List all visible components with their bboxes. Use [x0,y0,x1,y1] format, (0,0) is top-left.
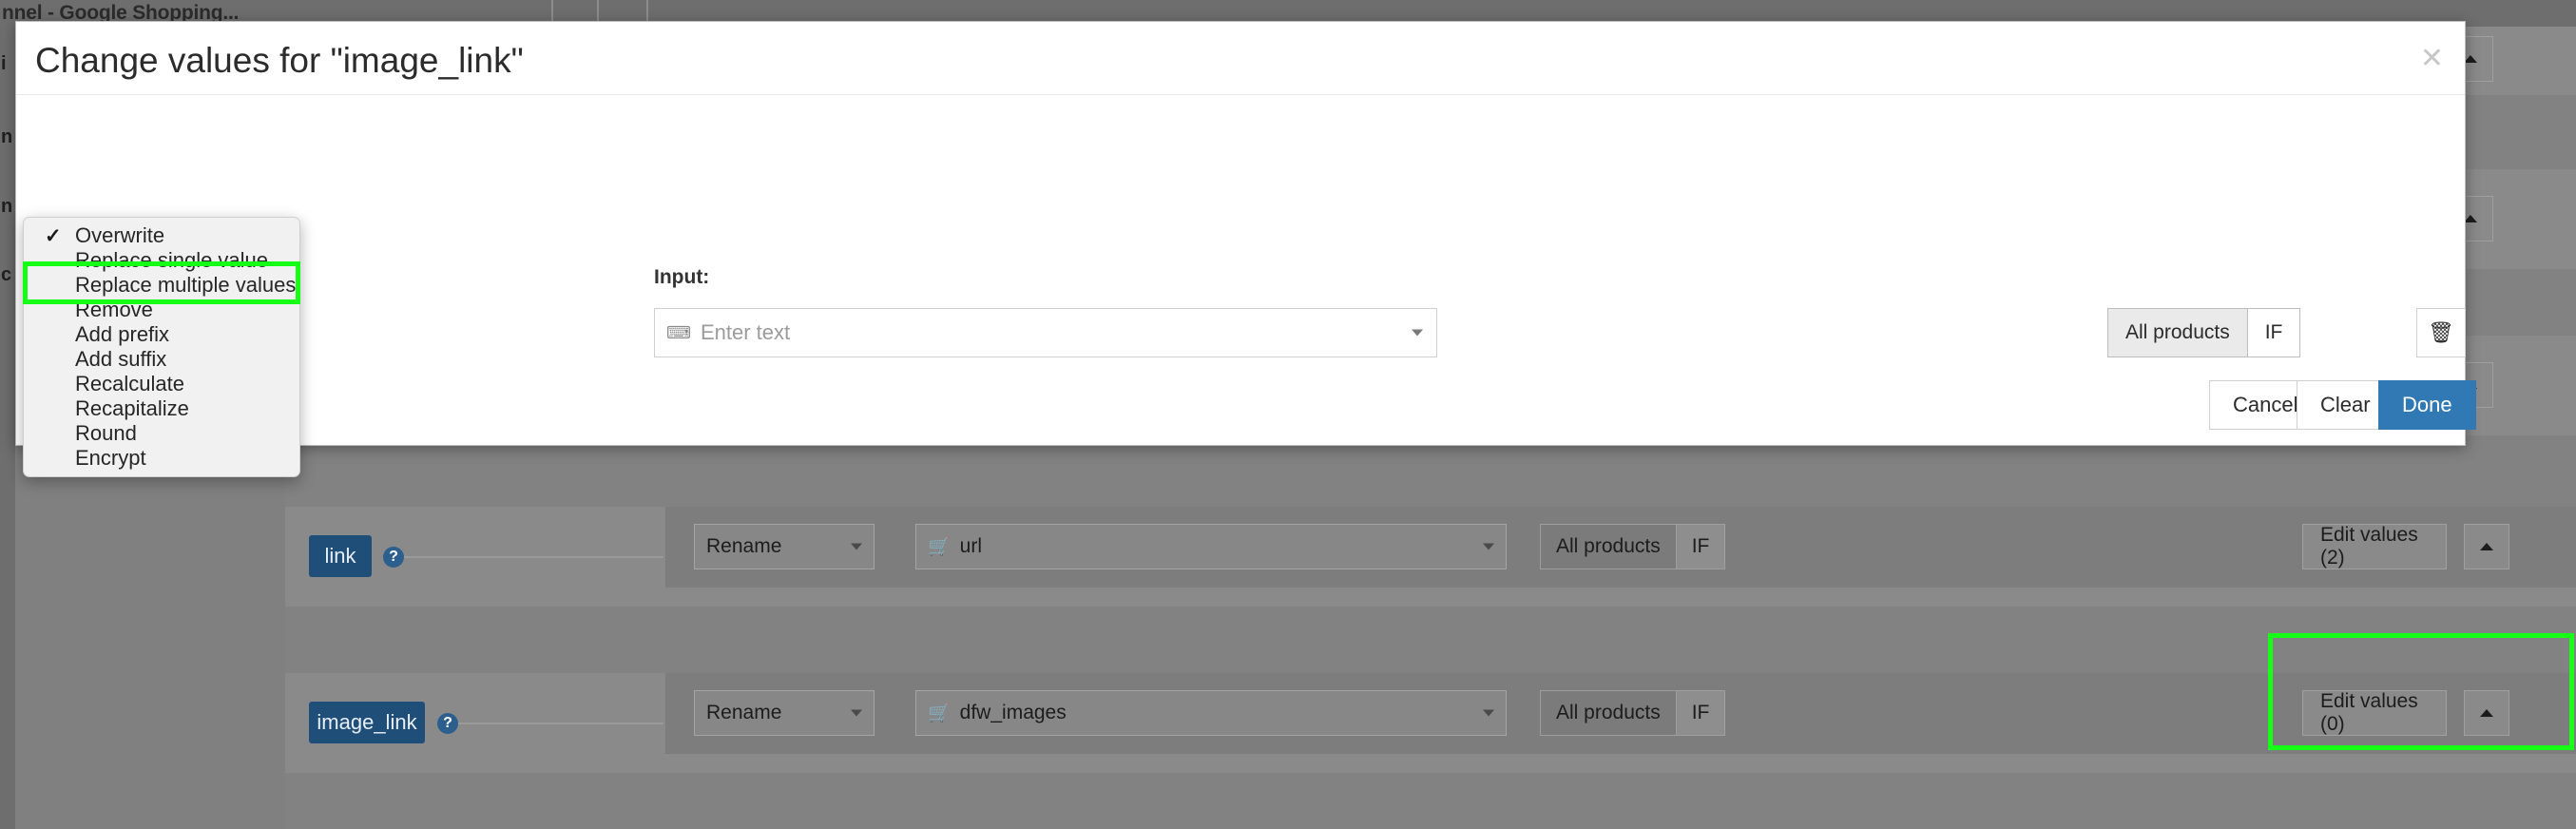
help-icon[interactable]: ? [383,547,404,568]
dialog-footer: Cancel Clear Done [16,371,2476,445]
action-select-value: Rename [706,535,782,557]
action-select-value: Rename [706,702,782,723]
mapping-type-menu: ✓ Overwrite Replace single value Replace… [23,217,300,477]
menu-item-replace-multiple-values[interactable]: Replace multiple values [24,273,299,298]
input-field[interactable]: ⌨ Enter text [654,308,1437,357]
menu-item-recalculate[interactable]: Recalculate [24,372,299,396]
scope-toggle-link: All products IF [1540,524,1726,569]
dialog-scope-all-products[interactable]: All products [2107,308,2247,357]
menu-item-replace-single-value[interactable]: Replace single value [24,248,299,273]
scope-if-image-link[interactable]: IF [1676,691,1725,735]
menu-item-recapitalize[interactable]: Recapitalize [24,396,299,421]
row-body: Rename 🛒 url All products IF Edit values… [665,507,2576,588]
source-select-image-link[interactable]: 🛒 dfw_images [915,690,1507,736]
scope-all-products-image-link[interactable]: All products [1541,691,1677,735]
scope-if-link[interactable]: IF [1676,525,1725,569]
keyboard-icon: ⌨ [666,323,691,342]
dialog-scope-if[interactable]: IF [2246,308,2301,357]
menu-item-add-prefix[interactable]: Add prefix [24,322,299,347]
field-tag-image-link[interactable]: image_link [309,702,425,743]
cart-icon: 🛒 [928,537,951,557]
chevron-down-icon [851,709,862,717]
menu-item-overwrite[interactable]: ✓ Overwrite [24,223,299,248]
row-connector [458,723,663,724]
change-values-dialog: Change values for "image_link" ✕ Mapping… [15,21,2476,446]
left-sidebar-sliver: i n n c [0,27,15,829]
dialog-header: Change values for "image_link" ✕ [16,22,2465,95]
dialog-body: Mapping type: Input: ⌨ Enter text All pr… [16,95,2466,371]
source-select-link[interactable]: 🛒 url [915,524,1507,569]
cart-icon: 🛒 [928,704,951,723]
sidebar-text-fragment: n [1,196,13,217]
menu-item-label: Recalculate [75,372,184,395]
row-connector [404,556,663,558]
menu-item-label: Recapitalize [75,396,189,420]
trash-icon: 🗑 [2428,320,2454,344]
sidebar-text-fragment: i [1,53,7,74]
mapping-row-link: link ? Rename 🛒 url All products IF Edit… [285,507,2576,607]
chevron-down-icon [1483,543,1494,550]
mapping-row-image-link: image_link ? Rename 🛒 dfw_images All pro… [285,673,2576,773]
dialog-scope-toggle: All products IF [2107,308,2301,357]
scope-toggle-image-link: All products IF [1540,690,1726,736]
dialog-title: Change values for "image_link" [35,41,524,80]
edit-values-button-link[interactable]: Edit values (2) [2302,524,2447,569]
done-button[interactable]: Done [2378,380,2476,430]
menu-item-add-suffix[interactable]: Add suffix [24,347,299,372]
chevron-up-icon [2464,55,2477,63]
screen: nnel - Google Shopping... i n n c ) ) [0,0,2576,829]
collapse-row-button-link[interactable] [2464,524,2509,569]
menu-item-label: Round [75,421,137,445]
field-tag-link[interactable]: link [309,535,372,577]
check-icon: ✓ [45,224,62,247]
action-select-image-link[interactable]: Rename [694,690,875,736]
menu-item-label: Replace multiple values [75,273,297,297]
chevron-down-icon [1483,709,1494,717]
menu-item-label: Encrypt [75,446,146,470]
menu-item-label: Replace single value [75,248,269,272]
source-select-value: url [959,535,983,557]
chevron-down-icon[interactable] [1412,329,1423,337]
scope-all-products-link[interactable]: All products [1541,525,1677,569]
menu-item-label: Overwrite [75,223,165,247]
menu-item-label: Add suffix [75,347,167,371]
chevron-down-icon [851,543,862,550]
menu-item-encrypt[interactable]: Encrypt [24,446,299,471]
chevron-up-icon [2480,543,2493,550]
help-icon[interactable]: ? [437,713,458,734]
close-icon[interactable]: ✕ [2420,45,2444,73]
delete-rule-button[interactable]: 🗑 [2416,308,2466,357]
input-placeholder: Enter text [700,320,791,344]
edit-values-button-image-link[interactable]: Edit values (0) [2302,690,2447,736]
menu-item-label: Add prefix [75,322,170,346]
row-body: Rename 🛒 dfw_images All products IF Edit… [665,673,2576,754]
sidebar-text-fragment: c [1,264,12,285]
menu-item-label: Remove [75,298,153,321]
menu-item-round[interactable]: Round [24,421,299,446]
sidebar-text-fragment: n [1,126,13,147]
chevron-up-icon [2464,215,2477,222]
action-select-link[interactable]: Rename [694,524,875,569]
chevron-up-icon [2480,709,2493,717]
input-label: Input: [654,266,710,288]
menu-item-remove[interactable]: Remove [24,298,299,322]
source-select-value: dfw_images [959,702,1067,723]
collapse-row-button-image-link[interactable] [2464,690,2509,736]
